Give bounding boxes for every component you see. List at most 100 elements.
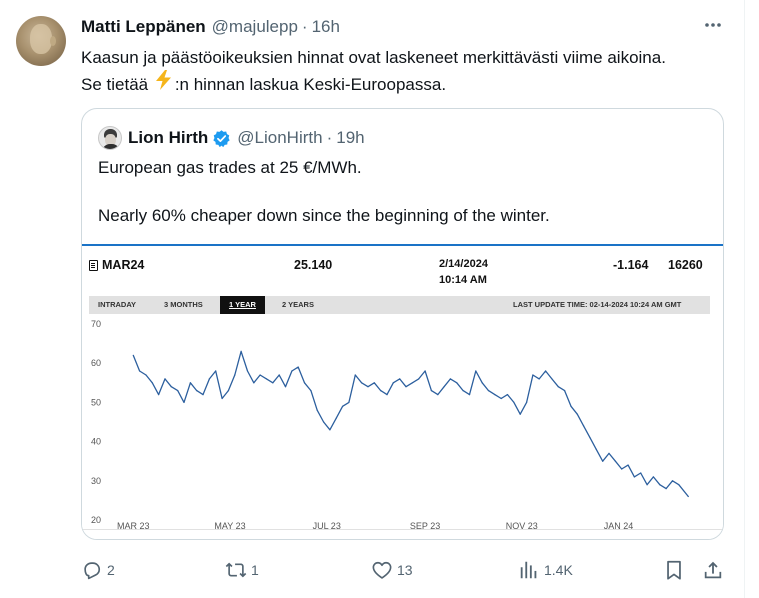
data-point [576, 413, 578, 415]
data-point [151, 382, 153, 384]
quote-chart-image[interactable]: MAR24 25.140 2/14/2024 10:14 AM -1.164 1… [82, 244, 723, 539]
data-point [158, 394, 160, 396]
repost-button[interactable]: 1 [225, 556, 259, 584]
data-point [418, 378, 420, 380]
verified-badge-icon [213, 129, 230, 147]
tab-1-year[interactable]: 1 YEAR [220, 296, 265, 314]
author-avatar[interactable] [16, 16, 66, 66]
tweet-text-line1: Kaasun ja päästöoikeuksien hinnat ovat l… [81, 48, 666, 67]
data-point [132, 354, 134, 356]
x-tick-label: SEP 23 [410, 521, 440, 529]
data-point [538, 378, 540, 380]
y-tick-label: 60 [91, 358, 101, 368]
y-tick-label: 70 [91, 319, 101, 329]
data-point [687, 495, 689, 498]
views-button[interactable]: 1.4K [518, 556, 573, 584]
data-point [437, 394, 439, 396]
x-tick-label: JAN 24 [604, 521, 634, 529]
data-point [278, 374, 280, 376]
reply-button[interactable]: 2 [81, 556, 115, 584]
quote-timestamp: 19h [336, 128, 365, 147]
avatar-ear [50, 36, 56, 46]
data-point [329, 429, 331, 431]
data-point [177, 390, 179, 392]
share-button[interactable] [702, 556, 724, 584]
data-point [380, 390, 382, 392]
chart-symbol-label: MAR24 [102, 258, 145, 272]
tweet-card[interactable]: Matti Leppänen @majulepp · 16h Kaasun ja… [0, 0, 745, 598]
data-point [564, 390, 566, 392]
quote-author-name: Lion Hirth [128, 128, 209, 147]
chart-last-update: LAST UPDATE TIME: 02-14-2024 10:24 AM GM… [513, 300, 682, 309]
data-point [392, 382, 394, 384]
data-point [373, 382, 375, 384]
data-point [487, 390, 490, 392]
chart-symbol: MAR24 [89, 258, 144, 272]
y-tick-label: 50 [91, 397, 101, 407]
data-point [614, 460, 617, 462]
data-point [367, 386, 369, 388]
data-point [494, 394, 496, 396]
data-point [532, 374, 534, 376]
data-point [411, 382, 413, 384]
tab-3-months[interactable]: 3 MONTHS [164, 300, 203, 309]
quote-header: Lion Hirth @LionHirth · 19h [98, 126, 365, 150]
tab-2-years[interactable]: 2 YEARS [282, 300, 314, 309]
quote-text-p1: European gas trades at 25 €/MWh. [98, 158, 362, 177]
y-tick-label: 30 [91, 476, 101, 486]
data-point [551, 378, 553, 380]
data-point [500, 397, 502, 400]
chart-bottom-edge [82, 529, 723, 539]
author-name[interactable]: Matti Leppänen [81, 17, 206, 37]
author-handle[interactable]: @majulepp [212, 17, 298, 37]
data-point [513, 401, 515, 403]
data-point [265, 378, 268, 380]
lightning-glyph [156, 70, 172, 90]
tweet-timestamp[interactable]: 16h [312, 17, 340, 37]
data-point [519, 413, 521, 415]
data-point [621, 468, 623, 470]
data-point [424, 370, 426, 372]
data-point [646, 484, 648, 486]
like-button[interactable]: 13 [371, 556, 413, 584]
heart-icon [372, 561, 392, 579]
data-point [342, 405, 344, 407]
data-point [602, 460, 604, 462]
reply-icon [84, 562, 101, 580]
series-line [132, 350, 689, 497]
quoted-tweet[interactable]: Lion Hirth @LionHirth · 19h European gas… [81, 108, 724, 540]
more-dots-icon [705, 23, 721, 27]
quote-header-separator: · [326, 128, 333, 147]
data-point [316, 409, 318, 411]
data-point [583, 425, 585, 427]
y-tick-label: 40 [91, 437, 101, 447]
data-point [627, 464, 629, 466]
data-point [246, 370, 249, 372]
data-point [189, 382, 191, 384]
chart-datetime: 2/14/2024 10:14 AM [439, 256, 488, 288]
tweet-actions: 2 1 13 1.4K [81, 556, 724, 586]
tab-intraday[interactable]: INTRADAY [98, 300, 136, 309]
data-point [449, 378, 451, 380]
x-tick-label: NOV 23 [506, 521, 538, 529]
data-point [196, 390, 198, 392]
data-point [652, 476, 655, 478]
data-point [671, 480, 674, 482]
data-point [399, 378, 401, 380]
document-icon [89, 259, 98, 271]
data-point [170, 386, 172, 388]
bookmark-button[interactable] [663, 556, 685, 584]
data-point [506, 394, 509, 396]
avatar-face [30, 24, 52, 54]
tweet-header: Matti Leppänen @majulepp · 16h [81, 17, 340, 37]
more-options-icon[interactable] [702, 14, 724, 36]
data-point [633, 476, 636, 478]
data-point [475, 370, 477, 372]
data-point [164, 378, 166, 380]
data-point [310, 390, 312, 392]
chart-date: 2/14/2024 [439, 258, 488, 270]
quote-avatar [98, 126, 122, 150]
data-point [139, 370, 141, 372]
data-point [361, 382, 363, 384]
data-point [215, 370, 217, 372]
